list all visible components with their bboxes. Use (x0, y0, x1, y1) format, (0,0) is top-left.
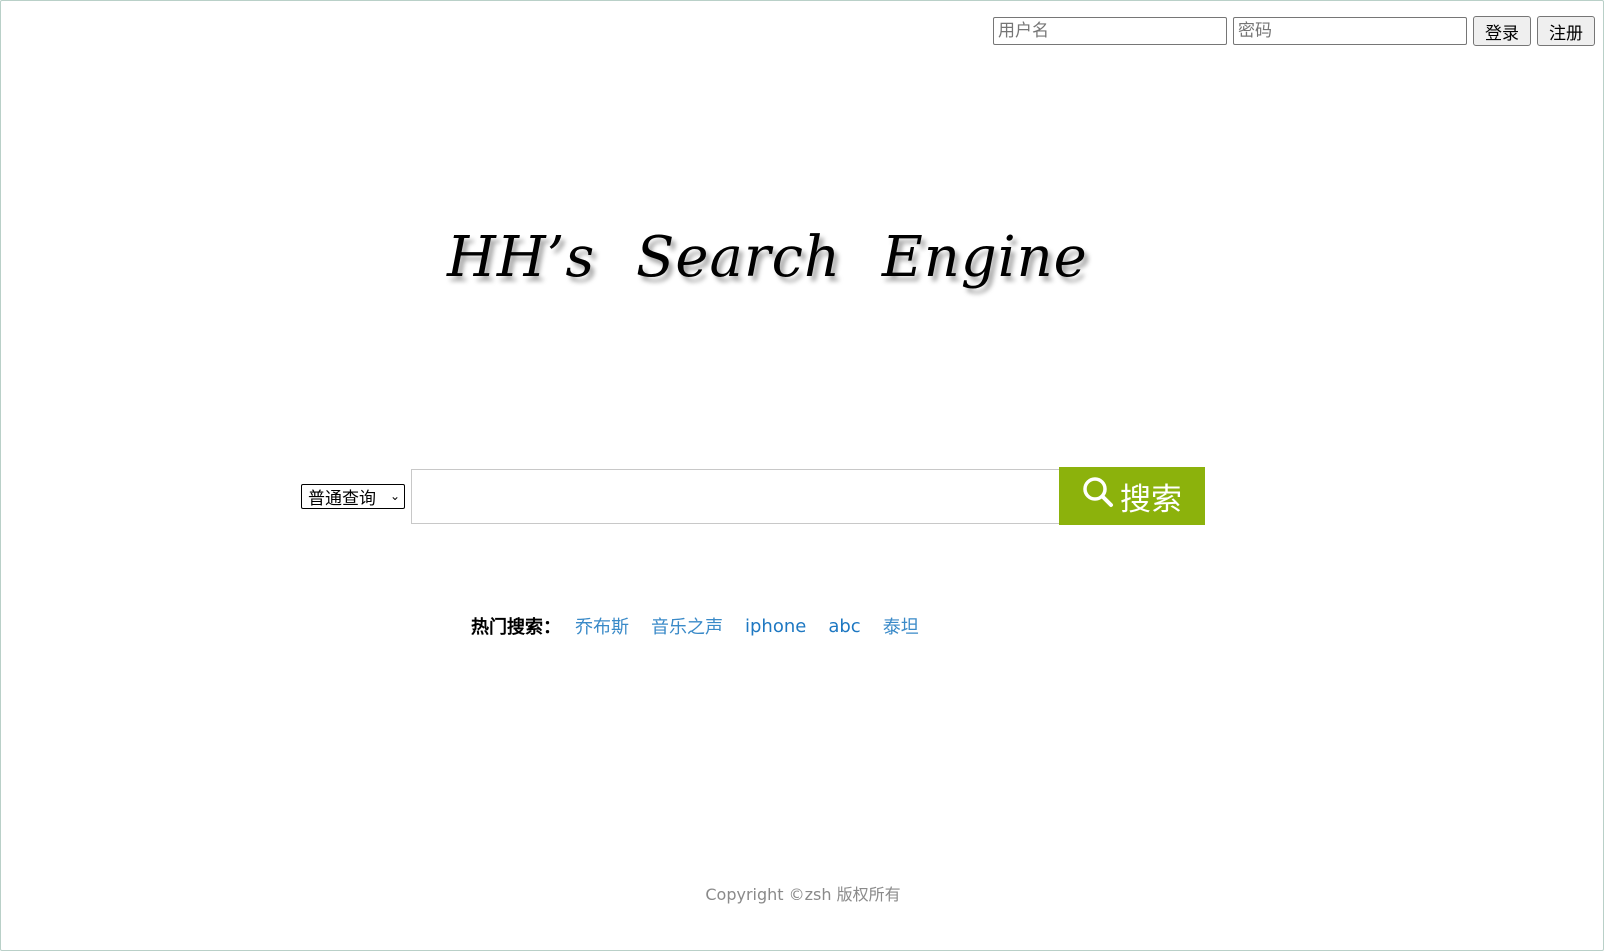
chevron-down-icon: ⌄ (389, 489, 400, 503)
search-icon (1082, 476, 1114, 516)
site-logo: HH’s Search Engine (447, 225, 1088, 290)
login-bar: 登录 注册 (993, 16, 1595, 46)
search-mode-value: 普通查询 (308, 488, 376, 509)
page-frame: 登录 注册 HH’s Search Engine 普通查询 ⌄ 搜索 热门搜索：… (0, 0, 1604, 951)
hot-searches-label: 热门搜索： (471, 617, 561, 638)
login-button[interactable]: 登录 (1473, 16, 1531, 46)
search-mode-select[interactable]: 普通查询 ⌄ (301, 483, 405, 509)
search-bar: 普通查询 ⌄ 搜索 (301, 467, 1205, 525)
copyright-text: Copyright ©zsh 版权所有 (705, 885, 901, 904)
hot-search-link[interactable]: iphone (745, 616, 806, 637)
hot-searches: 热门搜索： 乔布斯 音乐之声 iphone abc 泰坦 (471, 613, 941, 639)
password-field[interactable] (1233, 17, 1467, 45)
username-field[interactable] (993, 17, 1227, 45)
hot-search-link[interactable]: 音乐之声 (651, 613, 723, 639)
hot-search-link[interactable]: 乔布斯 (575, 613, 629, 639)
search-button[interactable]: 搜索 (1059, 467, 1205, 525)
register-button[interactable]: 注册 (1537, 16, 1595, 46)
hot-search-link[interactable]: 泰坦 (883, 613, 919, 639)
search-button-label: 搜索 (1120, 481, 1182, 518)
hot-search-link[interactable]: abc (828, 616, 860, 637)
search-input[interactable] (411, 468, 1059, 524)
